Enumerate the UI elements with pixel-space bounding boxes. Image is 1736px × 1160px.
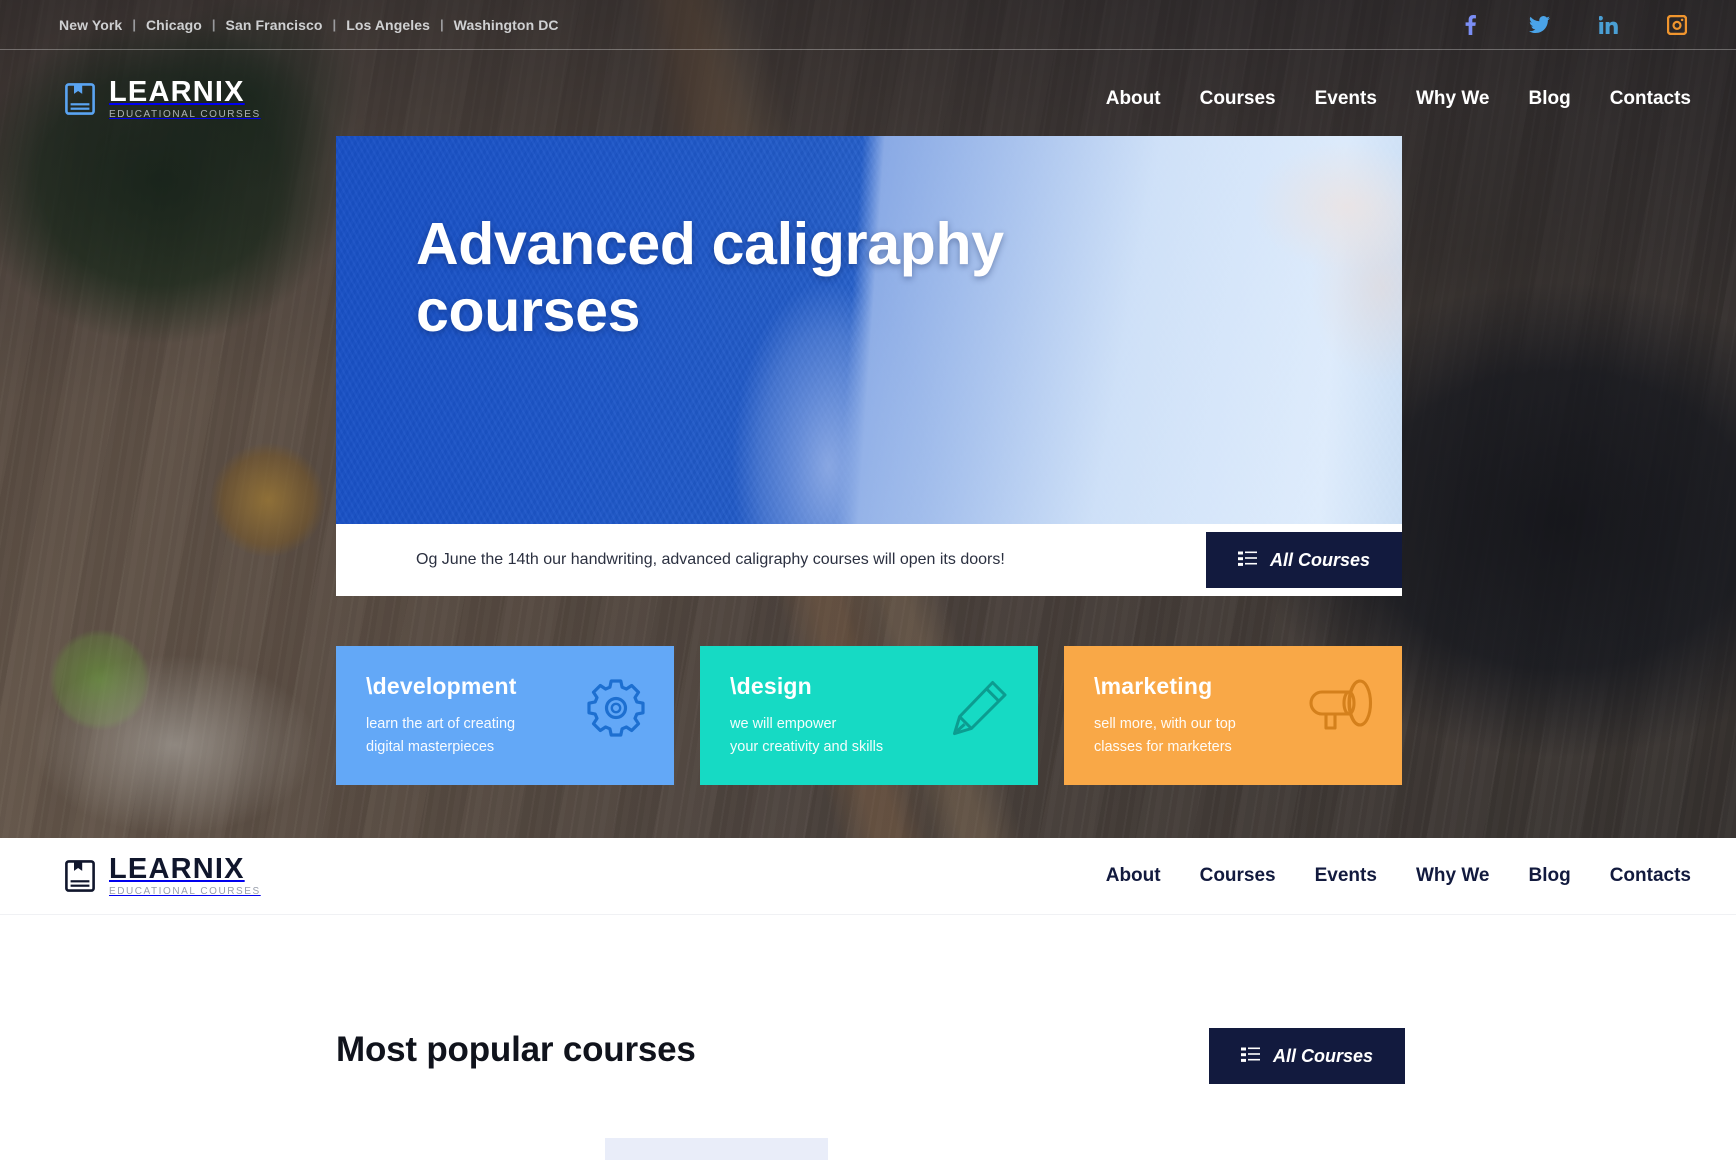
category-card-marketing[interactable]: \marketing sell more, with our top class… <box>1064 646 1402 785</box>
list-icon <box>1240 1047 1260 1066</box>
nav-item-why-we-sticky[interactable]: Why We <box>1416 865 1490 887</box>
nav-item-contacts[interactable]: Contacts <box>1610 88 1691 110</box>
city-link-washington-dc[interactable]: Washington DC <box>454 17 559 33</box>
category-card-development[interactable]: \development learn the art of creating d… <box>336 646 674 785</box>
top-bar: New York | Chicago | San Francisco | Los… <box>0 0 1736 50</box>
instagram-icon[interactable] <box>1666 14 1688 36</box>
nav-item-events[interactable]: Events <box>1315 88 1377 110</box>
book-icon <box>65 82 95 115</box>
sticky-header: LEARNIX EDUCATIONAL COURSES About Course… <box>0 838 1736 915</box>
slider-caption-bar: Og June the 14th our handwriting, advanc… <box>336 524 1402 596</box>
pencil-icon <box>948 678 1010 743</box>
brand-name: LEARNIX <box>109 853 245 885</box>
category-card-design[interactable]: \design we will empower your creativity … <box>700 646 1038 785</box>
list-icon <box>1237 551 1257 570</box>
nav-item-about[interactable]: About <box>1106 88 1161 110</box>
logo-link[interactable]: LEARNIX EDUCATIONAL COURSES <box>65 75 261 120</box>
all-courses-button-popular[interactable]: All Courses <box>1209 1028 1405 1084</box>
slider-caption-text: Og June the 14th our handwriting, advanc… <box>416 551 1005 568</box>
course-card[interactable]: Child books illustrations <box>605 1138 828 1160</box>
brand-tagline: EDUCATIONAL COURSES <box>109 108 261 120</box>
nav-link-list-sticky: About Courses Events Why We Blog Contact… <box>1106 865 1691 887</box>
all-courses-button-hero[interactable]: All Courses <box>1206 532 1402 588</box>
city-link-san-francisco[interactable]: San Francisco <box>226 17 323 33</box>
all-courses-label: All Courses <box>1269 549 1371 570</box>
brand-tagline: EDUCATIONAL COURSES <box>109 886 261 897</box>
city-separator: | <box>332 17 337 32</box>
logo-link-sticky[interactable]: LEARNIX EDUCATIONAL COURSES <box>65 855 261 897</box>
nav-link-list: About Courses Events Why We Blog Contact… <box>1106 88 1691 110</box>
city-link-los-angeles[interactable]: Los Angeles <box>346 17 430 33</box>
facebook-icon[interactable] <box>1459 14 1481 36</box>
city-separator: | <box>440 17 444 32</box>
linkedin-icon[interactable] <box>1597 14 1619 36</box>
category-cards: \development learn the art of creating d… <box>336 646 1402 785</box>
brand-text: LEARNIX EDUCATIONAL COURSES <box>109 855 261 897</box>
nav-item-blog-sticky[interactable]: Blog <box>1528 865 1570 887</box>
city-separator: | <box>132 17 136 32</box>
nav-item-why-we[interactable]: Why We <box>1416 88 1490 110</box>
city-list: New York | Chicago | San Francisco | Los… <box>59 17 559 33</box>
city-link-new-york[interactable]: New York <box>59 17 122 33</box>
twitter-icon[interactable] <box>1528 14 1550 36</box>
nav-item-contacts-sticky[interactable]: Contacts <box>1610 865 1691 887</box>
nav-item-events-sticky[interactable]: Events <box>1315 865 1377 887</box>
city-separator: | <box>211 17 216 32</box>
nav-item-courses-sticky[interactable]: Courses <box>1200 865 1276 887</box>
popular-courses-section: Most popular courses All Courses <box>0 915 1736 1160</box>
all-courses-label: All Courses <box>1272 1045 1374 1066</box>
nav-item-courses[interactable]: Courses <box>1200 88 1276 110</box>
nav-item-about-sticky[interactable]: About <box>1106 865 1161 887</box>
social-links <box>1459 14 1688 36</box>
megaphone-icon <box>1304 678 1374 741</box>
main-navigation: LEARNIX EDUCATIONAL COURSES About Course… <box>0 50 1736 147</box>
brand-name: LEARNIX <box>109 75 245 108</box>
slide-title: Advanced caligraphy courses <box>416 211 1004 344</box>
book-icon <box>65 860 95 892</box>
page-title: Most popular courses <box>336 1030 696 1069</box>
brand-text: LEARNIX EDUCATIONAL COURSES <box>109 75 261 120</box>
gear-icon <box>586 678 646 743</box>
city-link-chicago[interactable]: Chicago <box>146 17 202 33</box>
nav-item-blog[interactable]: Blog <box>1528 88 1570 110</box>
hero-section: New York | Chicago | San Francisco | Los… <box>0 0 1736 838</box>
